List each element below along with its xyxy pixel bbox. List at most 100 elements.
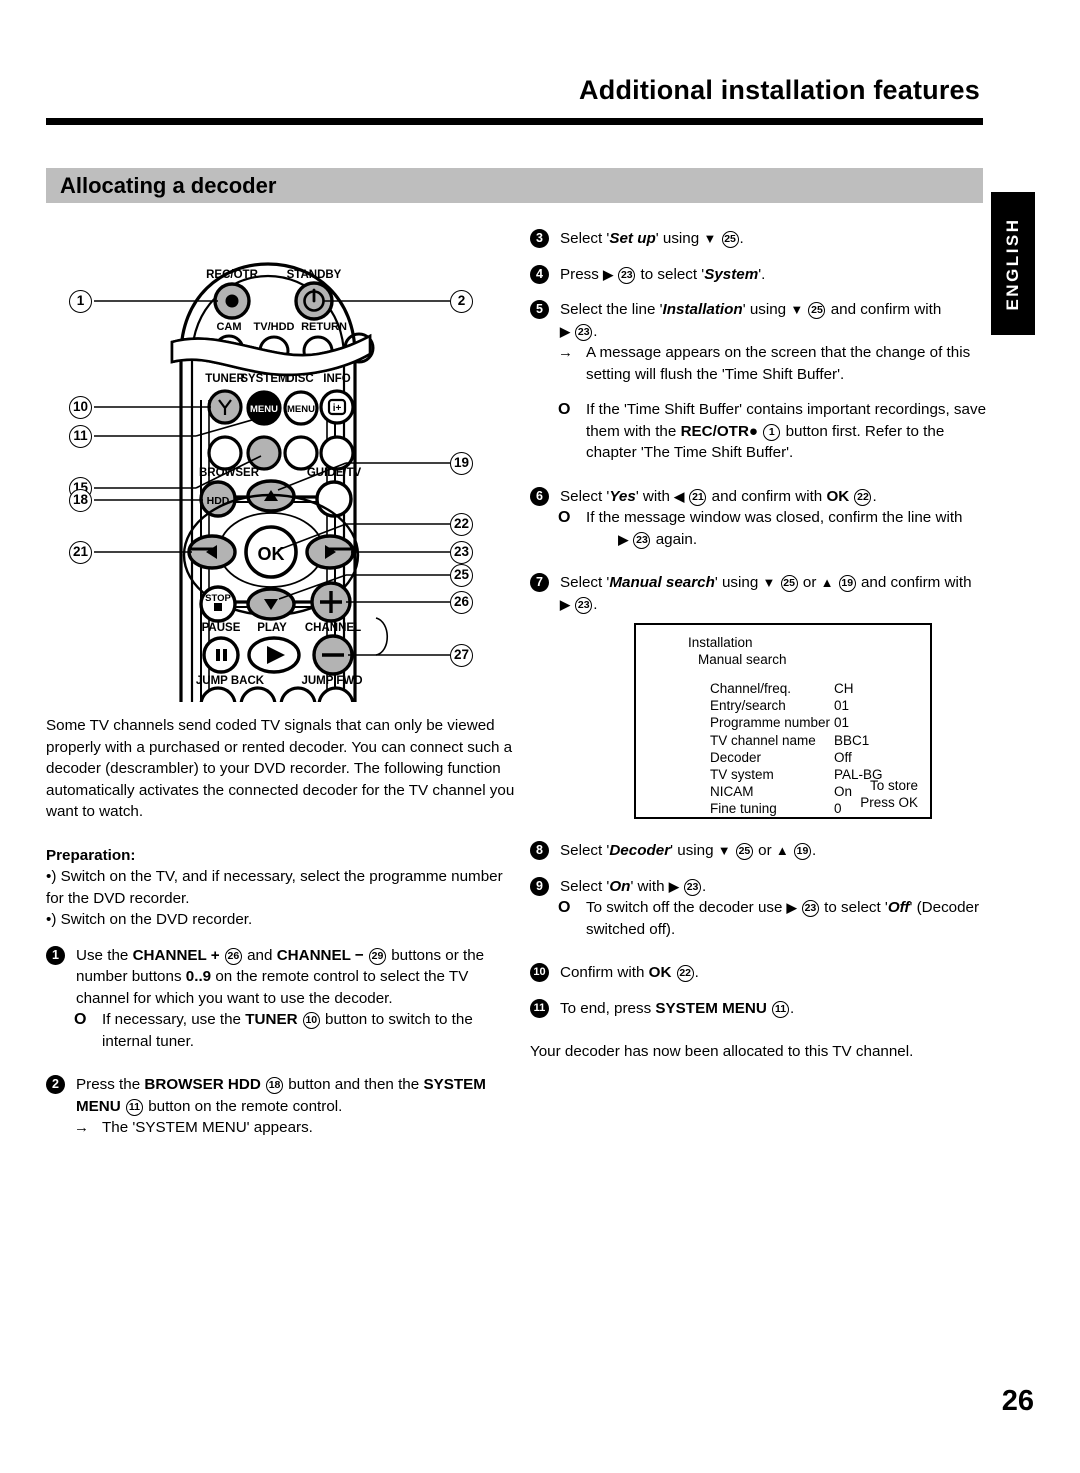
step-text: . xyxy=(812,842,817,859)
step-text: Select the line ' xyxy=(560,301,663,318)
keyref-23: 23 xyxy=(618,266,636,284)
step-number: 11 xyxy=(530,998,549,1018)
screen-title: Installation xyxy=(688,635,753,650)
ring-bullet-icon: O xyxy=(74,1011,87,1028)
step-text: button and then the xyxy=(288,1076,420,1093)
page-number: 26 xyxy=(1001,1385,1034,1417)
ring-bullet-icon: O xyxy=(558,899,571,916)
ring-bullet-icon: O xyxy=(558,509,571,526)
keyref-23: 23 xyxy=(575,596,593,614)
step-text: Press the xyxy=(76,1076,141,1093)
keyref-22: 22 xyxy=(676,965,694,982)
callout-25: 25 xyxy=(450,564,473,587)
step-4: 4 Press ▶ 23 to select 'System'. xyxy=(530,264,995,286)
step-text: ' using xyxy=(714,574,759,591)
svg-text:i+: i+ xyxy=(333,403,342,414)
keyref-1: 1 xyxy=(763,423,781,441)
keyref-25: 25 xyxy=(808,302,826,319)
key-browser-hdd: BROWSER HDD xyxy=(144,1076,261,1093)
keyref-22: 22 xyxy=(854,488,872,506)
keyref-25: 25 xyxy=(780,575,798,592)
step-5-note-ring: O If the 'Time Shift Buffer' contains im… xyxy=(530,399,995,464)
screen-row-value: BBC1 xyxy=(834,732,870,748)
svg-text:RETURN: RETURN xyxy=(301,321,347,333)
callout-26: 26 xyxy=(450,591,473,614)
svg-text:STOP: STOP xyxy=(205,593,231,604)
screen-row-value: 01 xyxy=(834,698,850,714)
keyref-23: 23 xyxy=(575,323,593,341)
step-number: 3 xyxy=(530,229,549,248)
step-6-note: O If the message window was closed, conf… xyxy=(530,507,995,550)
key-system-menu: SYSTEM MENU xyxy=(655,999,767,1017)
step-text: Select ' xyxy=(560,877,610,895)
arrow-right-icon: ▶ xyxy=(668,878,679,894)
keyref-19: 19 xyxy=(794,843,811,860)
key-number-range: 0..9 xyxy=(185,968,212,985)
screen-press-hint: Press OK xyxy=(860,795,918,810)
step-3: 3 Select 'Set up' using ▼ 25. xyxy=(530,228,995,250)
screen-row-value: 0 xyxy=(834,801,842,817)
svg-text:INFO: INFO xyxy=(323,373,351,385)
callout-1: 1 xyxy=(69,290,92,313)
step-1: 1 Use the CHANNEL + 26 and CHANNEL − 29 … xyxy=(46,945,516,1010)
language-side-tab: ENGLISH xyxy=(991,192,1035,335)
arrow-up-icon: ▲ xyxy=(775,843,789,858)
remote-control-diagram: REC/OTR STANDBY CAM TV/HDD RETURN TUNER … xyxy=(46,250,496,702)
keyref-18: 18 xyxy=(266,1077,284,1094)
preparation-heading: Preparation: xyxy=(46,846,136,864)
key-ok: OK xyxy=(826,487,850,505)
svg-text:MENU: MENU xyxy=(287,404,315,415)
step-text: . xyxy=(593,322,598,340)
svg-text:SYSTEM: SYSTEM xyxy=(240,373,287,385)
step-text: Use the xyxy=(76,946,129,964)
step-text: Select ' xyxy=(560,842,610,859)
note-text: The 'SYSTEM MENU' appears. xyxy=(102,1119,313,1136)
closing-paragraph: Your decoder has now been allocated to t… xyxy=(530,1043,914,1060)
screen-row: Decoder Off xyxy=(710,749,925,766)
step-number: 9 xyxy=(530,876,549,896)
step-text: or xyxy=(802,574,817,591)
section-heading: Allocating a decoder xyxy=(60,173,277,198)
step-text: Press xyxy=(560,265,599,283)
callout-21: 21 xyxy=(69,541,92,564)
key-rec-otr: REC/OTR xyxy=(680,422,749,440)
step-text: . xyxy=(593,595,598,613)
note-text: again. xyxy=(655,530,698,548)
callout-23: 23 xyxy=(450,541,473,564)
svg-text:REC/OTR: REC/OTR xyxy=(206,269,258,281)
keyref-19: 19 xyxy=(838,575,856,592)
step-10: 10 Confirm with OK 22. xyxy=(530,962,995,984)
remote-control-illustration: REC/OTR STANDBY CAM TV/HDD RETURN TUNER … xyxy=(94,262,450,702)
arrow-right-icon: → xyxy=(558,344,573,361)
key-tuner: TUNER xyxy=(245,1011,298,1028)
step-7: 7 Select 'Manual search' using ▼ 25 or ▲… xyxy=(530,572,995,615)
step-text: To end, press xyxy=(560,999,652,1017)
step-9-note: O To switch off the decoder use ▶ 23 to … xyxy=(530,897,995,940)
callout-22: 22 xyxy=(450,513,473,536)
screen-store-hint: To store xyxy=(869,778,918,793)
arrow-right-icon: ▶ xyxy=(560,323,570,339)
screen-row: TV channel name BBC1 xyxy=(710,732,925,749)
screen-row-label: NICAM xyxy=(710,784,754,800)
step-text: ' using xyxy=(670,842,714,859)
arrow-down-icon: ▼ xyxy=(762,575,776,590)
step-text: button on the remote control. xyxy=(148,1097,343,1115)
svg-text:JUMP FWD: JUMP FWD xyxy=(301,675,362,687)
arrow-right-icon: ▶ xyxy=(786,900,797,915)
menu-item-set-up: Set up xyxy=(609,230,656,247)
step-number: 5 xyxy=(530,300,549,319)
keyref-26: 26 xyxy=(224,947,242,965)
section-banner: Allocating a decoder xyxy=(46,168,983,203)
step-text: Select ' xyxy=(560,574,610,591)
svg-text:OK: OK xyxy=(258,544,285,564)
step-text: and confirm with xyxy=(711,487,823,505)
callout-11: 11 xyxy=(69,425,92,448)
note-text: to select ' xyxy=(824,899,888,916)
svg-text:TV/HDD: TV/HDD xyxy=(254,321,295,333)
note-text: To switch off the decoder use xyxy=(586,899,783,916)
svg-text:CAM: CAM xyxy=(216,321,241,333)
step-text: . xyxy=(702,877,707,895)
screen-row: Entry/search 01 xyxy=(710,697,925,714)
header-rule xyxy=(46,118,983,125)
screen-row-value: CH xyxy=(834,681,854,696)
